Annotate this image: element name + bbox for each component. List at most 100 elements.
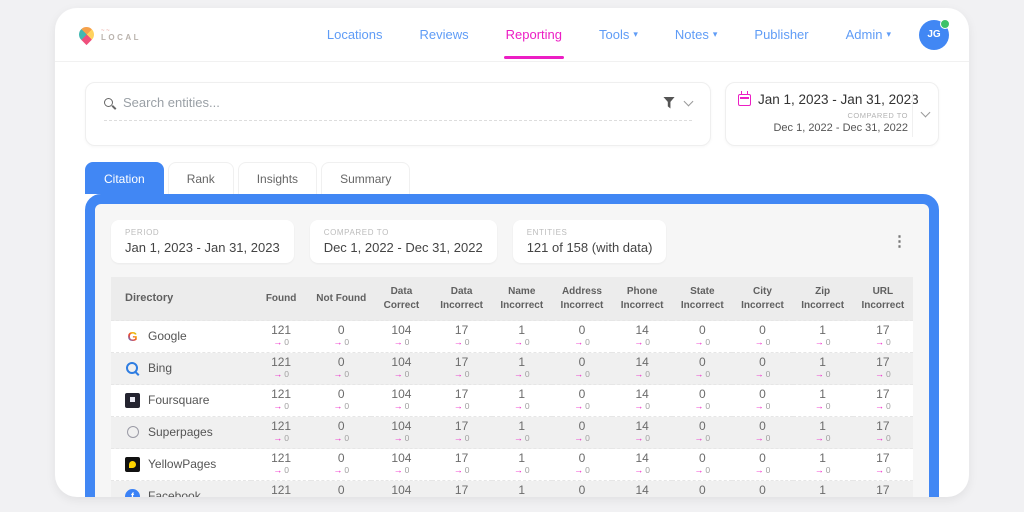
column-header-state-incorrect[interactable]: State Incorrect <box>672 277 732 321</box>
search-input[interactable] <box>123 95 653 110</box>
trend-arrow-icon: → <box>694 433 703 443</box>
delta-value: 0 <box>705 337 710 347</box>
column-header-city-incorrect[interactable]: City Incorrect <box>732 277 792 321</box>
column-header-data-correct[interactable]: Data Correct <box>371 277 431 321</box>
column-header-data-incorrect[interactable]: Data Incorrect <box>432 277 492 321</box>
user-avatar[interactable]: JG <box>919 20 949 50</box>
table-row[interactable]: Superpages121→00→0104→017→01→00→014→00→0… <box>111 417 913 449</box>
table-row[interactable]: fFacebook121→00→0104→017→01→00→014→00→00… <box>111 481 913 498</box>
tab-insights[interactable]: Insights <box>238 162 317 194</box>
delta-value: 0 <box>766 401 771 411</box>
table-row[interactable]: GGoogle121→00→0104→017→01→00→014→00→00→0… <box>111 321 913 353</box>
trend-arrow-icon: → <box>875 465 884 475</box>
metric-cell: 0→0 <box>311 353 371 385</box>
metric-cell: 17→0 <box>853 321 913 353</box>
chevron-down-icon: ▾ <box>886 29 891 40</box>
nav-item-label: Notes <box>675 27 709 42</box>
delta-value: 0 <box>525 337 530 347</box>
nav-item-tools[interactable]: Tools▾ <box>599 27 638 42</box>
delta-value: 0 <box>525 401 530 411</box>
column-header-directory[interactable]: Directory <box>111 277 251 321</box>
metric-delta: →0 <box>554 338 610 348</box>
metric-value: 104 <box>373 356 429 370</box>
info-card-label: COMPARED TO <box>324 228 483 237</box>
column-header-name-incorrect[interactable]: Name Incorrect <box>492 277 552 321</box>
metric-value: 0 <box>734 388 790 402</box>
tab-citation[interactable]: Citation <box>85 162 164 194</box>
metric-cell: 0→0 <box>672 353 732 385</box>
nav-item-notes[interactable]: Notes▾ <box>675 27 718 42</box>
tab-summary[interactable]: Summary <box>321 162 410 194</box>
column-header-zip-incorrect[interactable]: Zip Incorrect <box>793 277 853 321</box>
column-header-address-incorrect[interactable]: Address Incorrect <box>552 277 612 321</box>
directory-name: Google <box>148 329 187 343</box>
trend-arrow-icon: → <box>815 369 824 379</box>
nav-item-locations[interactable]: Locations <box>327 27 383 42</box>
info-card-entities: ENTITIES121 of 158 (with data) <box>513 220 667 263</box>
metric-cell: 0→0 <box>552 385 612 417</box>
metric-delta: →0 <box>313 402 369 412</box>
metric-delta: →0 <box>554 466 610 476</box>
date-range-picker[interactable]: Jan 1, 2023 - Jan 31, 2023 COMPARED TO D… <box>725 82 939 146</box>
delta-value: 0 <box>826 433 831 443</box>
trend-arrow-icon: → <box>333 337 342 347</box>
metric-value: 0 <box>554 388 610 402</box>
metric-cell: 0→0 <box>311 385 371 417</box>
nav-item-publisher[interactable]: Publisher <box>754 27 808 42</box>
metric-value: 14 <box>614 388 670 402</box>
delta-value: 0 <box>886 433 891 443</box>
delta-value: 0 <box>886 401 891 411</box>
metric-value: 0 <box>313 324 369 338</box>
metric-cell: 0→0 <box>732 481 792 498</box>
metric-delta: →0 <box>614 466 670 476</box>
delta-value: 0 <box>826 401 831 411</box>
directory-name: Facebook <box>148 489 201 497</box>
trend-arrow-icon: → <box>273 337 282 347</box>
metric-cell: 14→0 <box>612 353 672 385</box>
nav-item-label: Locations <box>327 27 383 42</box>
metric-cell: 0→0 <box>311 449 371 481</box>
metric-delta: →0 <box>434 338 490 348</box>
metric-cell: 1→0 <box>492 417 552 449</box>
column-header-url-incorrect[interactable]: URL Incorrect <box>853 277 913 321</box>
map-pin-logo-icon <box>76 24 97 45</box>
nav-item-reporting[interactable]: Reporting <box>506 27 562 42</box>
metric-cell: 104→0 <box>371 481 431 498</box>
column-header-not-found[interactable]: Not Found <box>311 277 371 321</box>
metric-cell: 0→0 <box>732 449 792 481</box>
delta-value: 0 <box>344 401 349 411</box>
trend-arrow-icon: → <box>514 401 523 411</box>
metric-value: 121 <box>253 356 309 370</box>
metric-value: 0 <box>734 356 790 370</box>
metric-delta: →0 <box>313 370 369 380</box>
kebab-menu-icon[interactable]: ⋮ <box>886 234 913 249</box>
table-row[interactable]: Bing121→00→0104→017→01→00→014→00→00→01→0… <box>111 353 913 385</box>
chevron-down-icon[interactable] <box>684 96 694 106</box>
brand-logo[interactable]: ~ ~ LOCAL <box>79 27 141 42</box>
column-header-found[interactable]: Found <box>251 277 311 321</box>
delta-value: 0 <box>585 465 590 475</box>
table-row[interactable]: YellowPages121→00→0104→017→01→00→014→00→… <box>111 449 913 481</box>
filter-funnel-icon[interactable] <box>663 97 675 109</box>
trend-arrow-icon: → <box>273 401 282 411</box>
metric-cell: 0→0 <box>672 321 732 353</box>
metric-value: 17 <box>855 452 911 466</box>
metric-value: 1 <box>494 484 550 497</box>
metric-delta: →0 <box>253 402 309 412</box>
delta-value: 0 <box>284 369 289 379</box>
trend-arrow-icon: → <box>755 401 764 411</box>
column-header-phone-incorrect[interactable]: Phone Incorrect <box>612 277 672 321</box>
table-row[interactable]: Foursquare121→00→0104→017→01→00→014→00→0… <box>111 385 913 417</box>
metric-value: 1 <box>494 388 550 402</box>
nav-item-admin[interactable]: Admin▾ <box>846 27 891 42</box>
date-range-expander[interactable] <box>912 91 938 137</box>
delta-value: 0 <box>284 433 289 443</box>
metric-value: 121 <box>253 388 309 402</box>
directory-name: Superpages <box>148 425 213 439</box>
nav-item-reviews[interactable]: Reviews <box>420 27 469 42</box>
trend-arrow-icon: → <box>634 465 643 475</box>
metric-cell: 0→0 <box>552 353 612 385</box>
delta-value: 0 <box>405 433 410 443</box>
metric-value: 0 <box>313 420 369 434</box>
tab-rank[interactable]: Rank <box>168 162 234 194</box>
